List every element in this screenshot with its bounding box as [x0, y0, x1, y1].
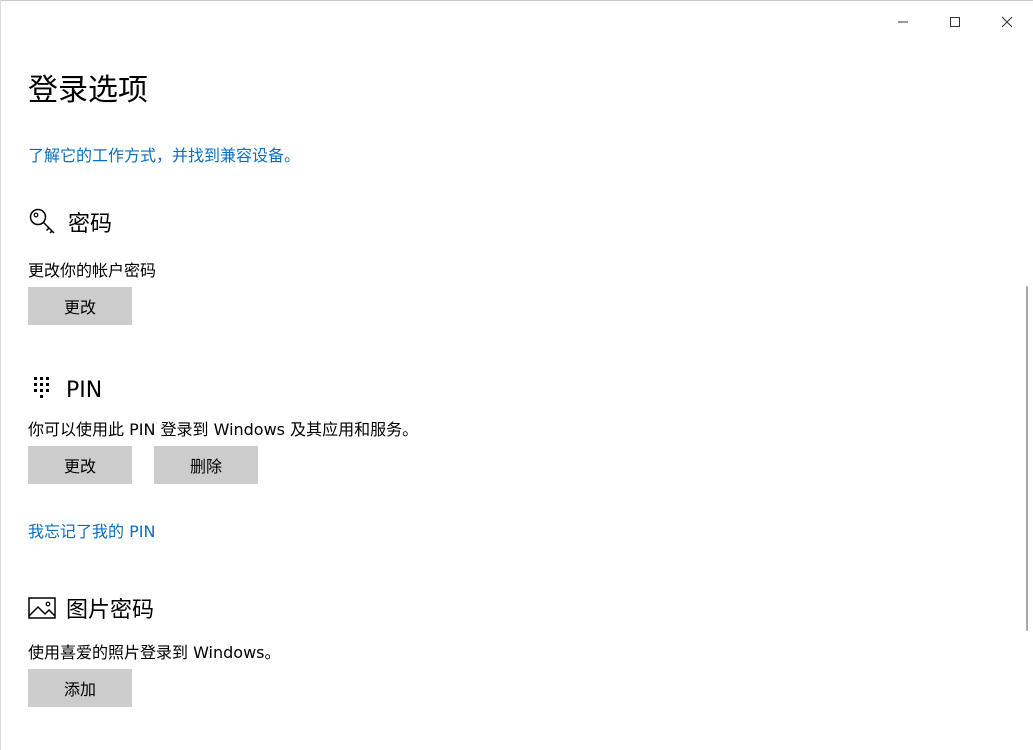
maximize-button[interactable] [929, 1, 981, 43]
page-title: 登录选项 [28, 73, 148, 108]
picture-icon [28, 597, 56, 619]
pin-description: 你可以使用此 PIN 登录到 Windows 及其应用和服务。 [28, 420, 419, 439]
caption-buttons [877, 1, 1033, 43]
minimize-icon [898, 21, 908, 23]
scrollbar-thumb[interactable] [1026, 286, 1028, 631]
key-icon [29, 208, 55, 234]
pin-keypad-icon [34, 377, 49, 398]
minimize-button[interactable] [877, 1, 929, 43]
settings-window: 登录选项 了解它的工作方式，并找到兼容设备。 密码 更改你的帐户密码 更改 PI… [0, 0, 1033, 750]
change-password-button[interactable]: 更改 [28, 287, 132, 325]
forgot-pin-link[interactable]: 我忘记了我的 PIN [28, 518, 155, 542]
pin-title: PIN [66, 377, 103, 403]
learn-more-link[interactable]: 了解它的工作方式，并找到兼容设备。 [28, 142, 300, 166]
password-description: 更改你的帐户密码 [28, 261, 157, 280]
maximize-icon [950, 17, 960, 27]
password-title: 密码 [68, 212, 113, 237]
close-button[interactable] [981, 1, 1033, 43]
picture-password-title: 图片密码 [66, 598, 155, 623]
password-section-header: 密码 [28, 206, 112, 238]
picture-password-section-header: 图片密码 [28, 592, 154, 624]
pin-section-header: PIN [28, 375, 102, 405]
close-icon [1001, 16, 1013, 28]
add-picture-password-button[interactable]: 添加 [28, 669, 132, 707]
change-pin-button[interactable]: 更改 [28, 446, 132, 484]
remove-pin-button[interactable]: 删除 [154, 446, 258, 484]
picture-password-description: 使用喜爱的照片登录到 Windows。 [28, 643, 281, 662]
